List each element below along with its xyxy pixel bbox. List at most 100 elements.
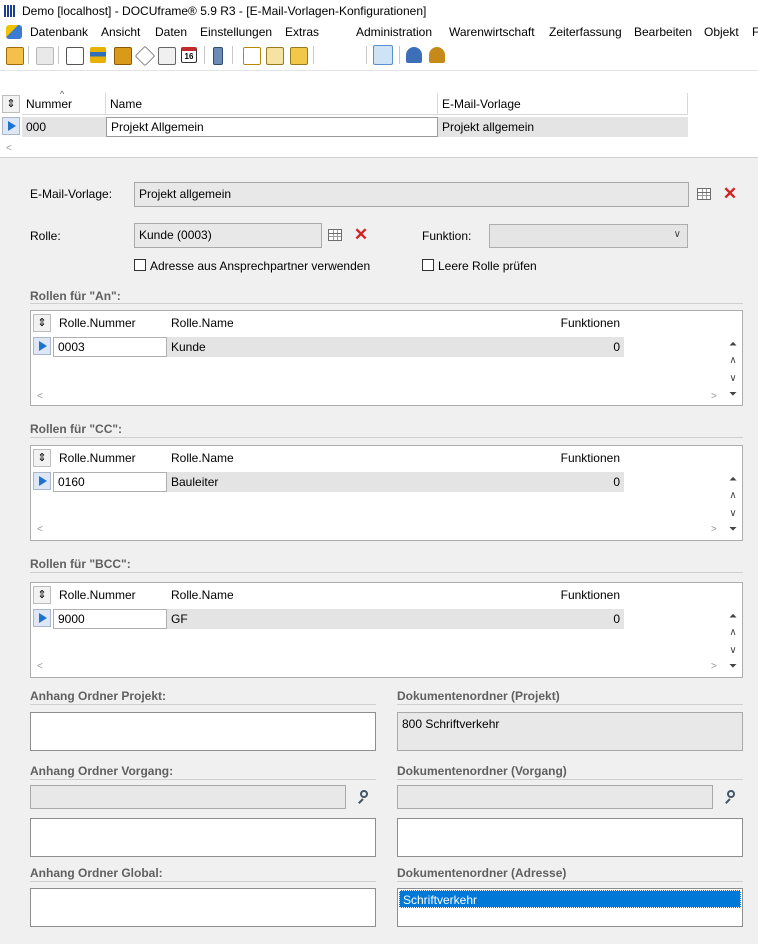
menu-einstellungen[interactable]: Einstellungen (200, 25, 272, 39)
row-indicator-icon[interactable] (33, 337, 51, 355)
phone-icon[interactable] (213, 47, 223, 65)
column-header-name[interactable]: Name (106, 93, 438, 115)
column-header-rolle-nummer[interactable]: Rolle.Nummer (55, 446, 168, 470)
scroll-bottom-icon[interactable]: ⏷ (726, 524, 740, 535)
adresse-checkbox[interactable] (134, 259, 146, 271)
scroll-up-icon[interactable]: ∧ (726, 627, 740, 638)
list-icon[interactable] (90, 47, 106, 63)
book-icon[interactable] (114, 47, 132, 65)
dokumente-projekt-list[interactable]: 800 Schriftverkehr (397, 712, 743, 751)
sort-toggle-icon[interactable]: ⇕ (2, 95, 20, 113)
sort-toggle-icon[interactable]: ⇕ (33, 449, 51, 467)
column-header-rolle-name[interactable]: Rolle.Name (171, 311, 541, 335)
funktion-label: Funktion: (422, 229, 472, 243)
rolle-field[interactable]: Kunde (0003) (134, 223, 322, 248)
scroll-left-icon[interactable]: < (37, 524, 43, 535)
row-indicator-icon[interactable] (2, 117, 20, 135)
menu-bearbeiten[interactable]: Bearbeiten (634, 25, 692, 39)
mail-icon[interactable] (266, 47, 284, 65)
scroll-up-icon[interactable]: ∧ (726, 355, 740, 366)
anhang-global-heading: Anhang Ordner Global: (30, 866, 163, 880)
scroll-top-icon[interactable]: ⏶ (726, 339, 740, 350)
list-item[interactable]: 800 Schriftverkehr (402, 717, 499, 731)
list-item-selected[interactable]: Schriftverkehr (399, 890, 741, 908)
sort-toggle-icon[interactable]: ⇕ (33, 586, 51, 604)
scroll-down-icon[interactable]: ∨ (726, 373, 740, 384)
form-view-icon[interactable] (373, 45, 393, 65)
notes-icon[interactable] (158, 47, 176, 65)
scroll-left-icon[interactable]: < (6, 143, 12, 154)
adresse-checkbox-label: Adresse aus Ansprechpartner verwenden (150, 259, 371, 273)
menu-extras[interactable]: Extras (285, 25, 319, 39)
person-icon[interactable] (406, 47, 422, 63)
scroll-right-icon[interactable]: > (711, 661, 717, 672)
anhang-vorgang-search-icon[interactable] (356, 790, 370, 804)
rolle-lookup-icon[interactable] (328, 229, 342, 241)
scroll-bottom-icon[interactable]: ⏷ (726, 661, 740, 672)
row-indicator-icon[interactable] (33, 609, 51, 627)
email-vorlage-field[interactable]: Projekt allgemein (134, 182, 689, 207)
menu-warenwirtschaft[interactable]: Warenwirtschaft (449, 25, 535, 39)
card-icon[interactable] (66, 47, 84, 65)
anhang-projekt-list[interactable] (30, 712, 376, 751)
anhang-projekt-heading: Anhang Ordner Projekt: (30, 689, 167, 703)
dokumente-vorgang-search-icon[interactable] (723, 790, 737, 804)
menu-daten[interactable]: Daten (155, 25, 187, 39)
column-header-funktionen[interactable]: Funktionen (541, 583, 624, 607)
document-icon[interactable] (243, 47, 261, 65)
scroll-up-icon[interactable]: ∧ (726, 490, 740, 501)
folder-icon[interactable] (290, 47, 308, 65)
scroll-right-icon[interactable]: > (711, 391, 717, 402)
column-header-funktionen[interactable]: Funktionen (541, 311, 624, 335)
column-header-rolle-name[interactable]: Rolle.Name (171, 583, 541, 607)
menu-f[interactable]: F (752, 25, 758, 39)
funktion-select[interactable]: ∨ (489, 224, 688, 248)
dokumente-adresse-list[interactable]: Schriftverkehr (397, 888, 743, 927)
cell-rolle-nummer[interactable]: 0003 (53, 337, 167, 357)
print-icon[interactable] (36, 47, 54, 65)
menu-administration[interactable]: Administration (356, 25, 432, 39)
scroll-left-icon[interactable]: < (37, 391, 43, 402)
cell-rolle-nummer[interactable]: 9000 (53, 609, 167, 629)
scroll-top-icon[interactable]: ⏶ (726, 611, 740, 622)
menu-ansicht[interactable]: Ansicht (101, 25, 140, 39)
column-header-rolle-nummer[interactable]: Rolle.Nummer (55, 583, 168, 607)
cell-rolle-nummer[interactable]: 0160 (53, 472, 167, 492)
scroll-left-icon[interactable]: < (37, 661, 43, 672)
menu-objekt[interactable]: Objekt (704, 25, 739, 39)
dokumente-vorgang-list[interactable] (397, 818, 743, 857)
anhang-vorgang-input[interactable] (30, 785, 346, 809)
scroll-bottom-icon[interactable]: ⏷ (726, 389, 740, 400)
column-header-vorlage[interactable]: E-Mail-Vorlage (438, 93, 688, 115)
column-header-rolle-name[interactable]: Rolle.Name (171, 446, 541, 470)
people-icon[interactable] (429, 47, 445, 63)
toolbar: 16 (0, 42, 758, 98)
column-header-rolle-nummer[interactable]: Rolle.Nummer (55, 311, 168, 335)
scroll-down-icon[interactable]: ∨ (726, 645, 740, 656)
dokumente-vorgang-input[interactable] (397, 785, 713, 809)
column-header-funktionen[interactable]: Funktionen (541, 446, 624, 470)
sort-toggle-icon[interactable]: ⇕ (33, 314, 51, 332)
title-bar: Demo [localhost] - DOCUframe® 5.9 R3 - [… (0, 0, 758, 22)
leere-rolle-checkbox[interactable] (422, 259, 434, 271)
tag-icon[interactable] (134, 45, 156, 67)
rollen-cc-heading: Rollen für "CC": (30, 422, 123, 436)
user-icon[interactable] (6, 47, 24, 65)
anhang-vorgang-list[interactable] (30, 818, 376, 857)
rolle-label: Rolle: (30, 229, 61, 243)
rollen-an-grid: ⇕ Rolle.Nummer Rolle.Name Funktionen 000… (30, 310, 743, 406)
row-indicator-icon[interactable] (33, 472, 51, 490)
scroll-top-icon[interactable]: ⏶ (726, 474, 740, 485)
menu-zeiterfassung[interactable]: Zeiterfassung (549, 25, 622, 39)
calendar-icon[interactable]: 16 (181, 47, 197, 63)
rolle-clear-icon[interactable]: ✕ (353, 226, 369, 243)
scroll-right-icon[interactable]: > (711, 524, 717, 535)
anhang-global-list[interactable] (30, 888, 376, 927)
config-grid: ⇕ Nummer ^ Name E-Mail-Vorlage 000 Proje… (0, 89, 758, 157)
clear-delete-icon[interactable]: ✕ (722, 185, 738, 202)
lookup-table-icon[interactable] (697, 188, 711, 200)
cell-name[interactable]: Projekt Allgemein (106, 117, 438, 137)
menu-datenbank[interactable]: Datenbank (30, 25, 88, 39)
scroll-down-icon[interactable]: ∨ (726, 508, 740, 519)
menu-app-icon[interactable] (6, 25, 22, 39)
